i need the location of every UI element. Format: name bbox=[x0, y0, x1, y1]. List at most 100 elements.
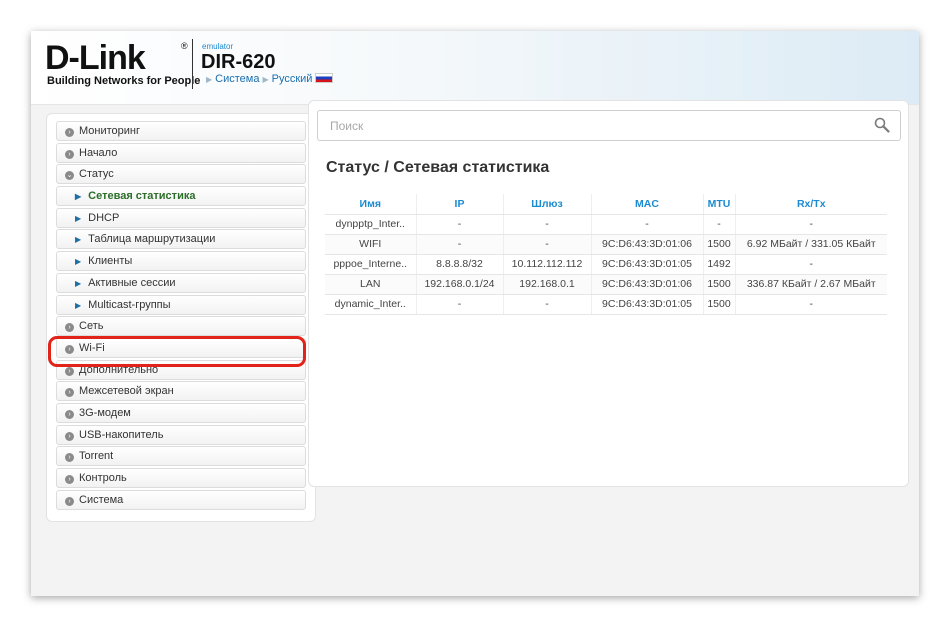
expand-icon: › bbox=[65, 149, 74, 159]
sidebar: › Мониторинг › Начало ⌄ Статус ▶ Сетевая ста… bbox=[46, 113, 316, 522]
arrow-right-icon: ▶ bbox=[75, 213, 82, 223]
search-box bbox=[317, 110, 901, 141]
arrow-right-icon: ▶ bbox=[75, 235, 82, 245]
table-row[interactable]: dynamic_Inter.. - - 9C:D6:43:3D:01:05 15… bbox=[325, 294, 887, 315]
interface-ip: 192.168.0.1/24 bbox=[416, 274, 504, 295]
sidebar-item-label: Статус bbox=[79, 168, 114, 181]
interface-name: dynpptp_Inter.. bbox=[325, 214, 417, 235]
sidebar-item-control[interactable]: › Контроль bbox=[56, 468, 306, 488]
table-row[interactable]: dynpptp_Inter.. - - - - - bbox=[325, 214, 887, 235]
sidebar-subitem-network-stats[interactable]: ▶ Сетевая статистика bbox=[56, 186, 306, 207]
expand-icon: › bbox=[65, 453, 74, 463]
interface-rxtx: - bbox=[735, 214, 887, 235]
arrow-right-icon: ▶ bbox=[75, 300, 82, 310]
sidebar-item-label: Клиенты bbox=[88, 255, 133, 268]
interface-mac: 9C:D6:43:3D:01:05 bbox=[591, 294, 704, 315]
sidebar-item-label: Контроль bbox=[79, 472, 127, 484]
interface-mac: 9C:D6:43:3D:01:06 bbox=[591, 234, 704, 255]
interface-rxtx: - bbox=[735, 254, 887, 275]
interface-rxtx: 336.87 КБайт / 2.67 МБайт bbox=[735, 274, 887, 295]
column-header-name[interactable]: Имя bbox=[325, 194, 417, 215]
column-header-mac[interactable]: MAC bbox=[591, 194, 704, 215]
sidebar-subitem-clients[interactable]: ▶ Клиенты bbox=[56, 251, 306, 272]
sidebar-item-monitoring[interactable]: › Мониторинг bbox=[56, 121, 306, 141]
interface-ip: - bbox=[416, 234, 504, 255]
column-header-mtu[interactable]: MTU bbox=[703, 194, 736, 215]
sidebar-item-label: Активные сессии bbox=[88, 276, 176, 289]
expand-icon: › bbox=[65, 431, 74, 441]
sidebar-subitem-routing-table[interactable]: ▶ Таблица маршрутизации bbox=[56, 229, 306, 250]
table-row[interactable]: pppoe_Interne.. 8.8.8.8/32 10.112.112.11… bbox=[325, 254, 887, 275]
interface-rxtx: - bbox=[735, 294, 887, 315]
interface-mtu: - bbox=[703, 214, 736, 235]
interface-ip: - bbox=[416, 214, 504, 235]
interface-rxtx: 6.92 МБайт / 331.05 КБайт bbox=[735, 234, 887, 255]
expand-icon: › bbox=[65, 475, 74, 484]
header: D-Link ® Building Networks for People em… bbox=[31, 31, 919, 105]
sidebar-item-status[interactable]: ⌄ Статус bbox=[56, 164, 306, 185]
model-name: DIR-620 bbox=[201, 51, 276, 73]
sidebar-subitem-multicast[interactable]: ▶ Multicast-группы bbox=[56, 294, 306, 315]
sidebar-item-label: Multicast-группы bbox=[88, 298, 171, 311]
sidebar-item-label: 3G-модем bbox=[79, 406, 131, 419]
table-row[interactable]: LAN 192.168.0.1/24 192.168.0.1 9C:D6:43:… bbox=[325, 274, 887, 295]
breadcrumb-arrow-icon: ▶ bbox=[262, 75, 269, 84]
interface-gateway: - bbox=[503, 294, 592, 315]
sidebar-item-network[interactable]: › Сеть bbox=[56, 316, 306, 337]
language-link[interactable]: Русский bbox=[272, 73, 313, 85]
sidebar-item-label: Сетевая статистика bbox=[88, 190, 196, 203]
interface-mac: - bbox=[591, 214, 704, 235]
interface-mtu: 1500 bbox=[703, 294, 736, 315]
sidebar-item-start[interactable]: › Начало bbox=[56, 142, 306, 163]
sidebar-item-label: Начало bbox=[79, 146, 118, 159]
search-input[interactable] bbox=[318, 111, 858, 140]
collapse-icon: ⌄ bbox=[65, 171, 74, 181]
logo-tagline: Building Networks for People bbox=[47, 75, 201, 87]
sidebar-subitem-dhcp[interactable]: ▶ DHCP bbox=[56, 207, 306, 228]
interface-gateway: - bbox=[503, 234, 592, 255]
sidebar-item-label: Таблица маршрутизации bbox=[88, 233, 216, 246]
sidebar-item-firewall[interactable]: › Межсетевой экран bbox=[56, 381, 306, 402]
network-stats-table: Имя IP Шлюз MAC MTU Rx/Tx dynpptp_Inter.… bbox=[325, 194, 887, 315]
breadcrumb-system-link[interactable]: Система bbox=[215, 73, 259, 85]
interface-gateway: - bbox=[503, 214, 592, 235]
wifi-highlight-annotation bbox=[48, 336, 306, 367]
expand-icon: › bbox=[65, 323, 74, 333]
russia-flag-icon[interactable] bbox=[315, 73, 334, 83]
sidebar-item-label: DHCP bbox=[88, 211, 120, 224]
sidebar-item-usb-storage[interactable]: › USB-накопитель bbox=[56, 424, 306, 445]
interface-mtu: 1492 bbox=[703, 254, 736, 275]
interface-name: pppoe_Interne.. bbox=[325, 254, 417, 275]
column-header-ip[interactable]: IP bbox=[416, 194, 504, 215]
table-row[interactable]: WIFI - - 9C:D6:43:3D:01:06 1500 6.92 МБа… bbox=[325, 234, 887, 255]
sidebar-item-system[interactable]: › Система bbox=[56, 489, 306, 510]
sidebar-item-torrent[interactable]: › Torrent bbox=[56, 446, 306, 467]
expand-icon: › bbox=[65, 388, 74, 398]
column-header-rxtx[interactable]: Rx/Tx bbox=[735, 194, 887, 215]
interface-gateway: 192.168.0.1 bbox=[503, 274, 592, 295]
arrow-right-icon: ▶ bbox=[75, 278, 82, 288]
arrow-right-icon: ▶ bbox=[75, 257, 82, 267]
expand-icon: › bbox=[65, 128, 74, 137]
interface-mtu: 1500 bbox=[703, 274, 736, 295]
sidebar-item-label: Система bbox=[79, 493, 124, 506]
sidebar-item-label: Torrent bbox=[79, 450, 114, 463]
router-window: D-Link ® Building Networks for People em… bbox=[31, 31, 919, 596]
interface-mac: 9C:D6:43:3D:01:06 bbox=[591, 274, 704, 295]
sidebar-item-3g-modem[interactable]: › 3G-модем bbox=[56, 402, 306, 423]
dlink-logo: D-Link ® Building Networks for People bbox=[45, 39, 200, 89]
arrow-right-icon: ▶ bbox=[75, 192, 82, 202]
search-icon[interactable] bbox=[874, 117, 890, 133]
column-header-gateway[interactable]: Шлюз bbox=[503, 194, 592, 215]
breadcrumb-arrow-icon: ▶ bbox=[206, 75, 213, 84]
main-panel: Статус / Сетевая статистика Имя IP Шлюз … bbox=[308, 100, 909, 487]
sidebar-subitem-active-sessions[interactable]: ▶ Активные сессии bbox=[56, 272, 306, 293]
interface-ip: - bbox=[416, 294, 504, 315]
sidebar-item-label: Мониторинг bbox=[79, 125, 141, 137]
logo-word: D-Link bbox=[45, 39, 146, 77]
expand-icon: › bbox=[65, 409, 74, 419]
interface-mtu: 1500 bbox=[703, 234, 736, 255]
expand-icon: › bbox=[65, 366, 74, 376]
interface-mac: 9C:D6:43:3D:01:05 bbox=[591, 254, 704, 275]
interface-gateway: 10.112.112.112 bbox=[503, 254, 592, 275]
